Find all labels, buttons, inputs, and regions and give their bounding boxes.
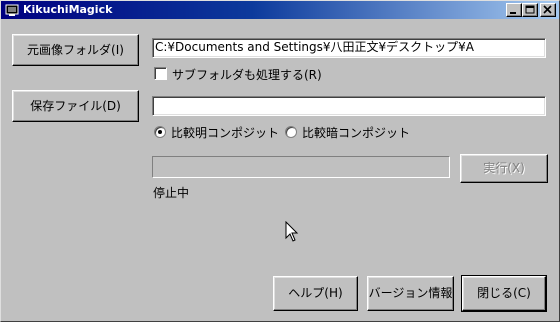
darken-composite-label: 比較暗コンポジット — [302, 126, 411, 140]
maximize-button[interactable] — [522, 3, 538, 17]
lighten-composite-radio[interactable] — [154, 126, 166, 138]
subfolder-checkbox[interactable] — [154, 67, 167, 80]
maximize-icon — [525, 5, 535, 14]
source-folder-button[interactable]: 元画像フォルダ(I) — [12, 34, 139, 66]
source-path-field[interactable]: C:¥Documents and Settings¥八田正文¥デスクトップ¥A — [152, 38, 546, 58]
run-button[interactable]: 実行(X) — [460, 154, 548, 183]
minimize-button[interactable] — [506, 3, 522, 17]
close-icon — [543, 5, 552, 14]
version-info-button[interactable]: バージョン情報 — [367, 276, 454, 311]
title-bar[interactable]: KikuchiMagick — [1, 1, 559, 19]
help-button[interactable]: ヘルプ(H) — [273, 276, 358, 311]
status-text: 停止中 — [153, 186, 190, 200]
output-path-field[interactable] — [152, 96, 546, 116]
progress-bar — [152, 156, 450, 178]
close-button[interactable]: 閉じる(C) — [461, 275, 547, 312]
subfolder-label: サブフォルダも処理する(R) — [172, 68, 322, 82]
main-window: KikuchiMagick 元画像フォルダ(I) C:¥Documents an… — [0, 0, 560, 322]
darken-composite-radio[interactable] — [285, 126, 297, 138]
minimize-icon — [510, 12, 516, 14]
output-file-button[interactable]: 保存ファイル(D) — [12, 90, 139, 122]
window-title: KikuchiMagick — [23, 3, 113, 16]
close-window-button[interactable] — [540, 3, 556, 17]
mouse-pointer-icon — [285, 221, 299, 242]
app-icon — [4, 2, 20, 18]
lighten-composite-label: 比較明コンポジット — [171, 126, 280, 140]
